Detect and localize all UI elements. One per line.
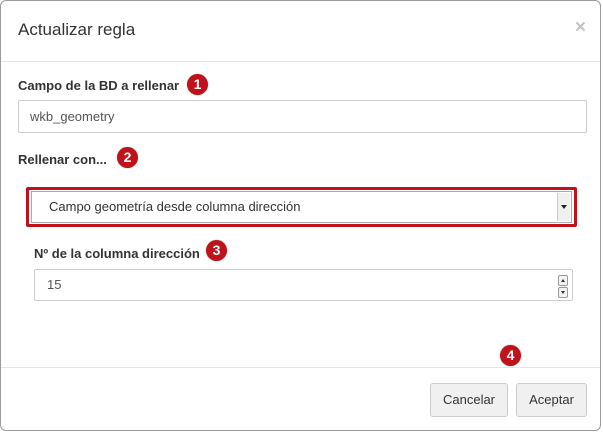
step-badge-4: 4 [500,345,521,366]
fill-with-label: Rellenar con... [18,152,107,167]
cancel-button[interactable]: Cancelar [430,383,508,417]
fill-with-selected-value: Campo geometría desde columna dirección [49,199,301,214]
dialog-header: Actualizar regla × [1,1,600,62]
db-field-input[interactable]: wkb_geometry [18,100,587,133]
dialog-footer-divider [1,367,600,369]
db-field-label: Campo de la BD a rellenar [18,78,180,93]
update-rule-dialog: Actualizar regla × Campo de la BD a rell… [0,0,601,431]
dialog-title: Actualizar regla [18,20,136,39]
fill-with-select[interactable]: Campo geometría desde columna dirección [31,191,572,223]
chevron-down-icon[interactable] [557,193,570,221]
close-icon[interactable]: × [575,17,586,39]
step-badge-1: 1 [187,74,208,95]
address-column-input[interactable]: 15 [34,269,573,301]
address-column-label: Nº de la columna dirección [34,246,200,261]
arrow-down-icon[interactable] [558,287,568,298]
step-badge-2: 2 [117,147,138,168]
step-badge-3: 3 [206,240,227,261]
address-column-value: 15 [47,277,62,292]
accept-button[interactable]: Aceptar [516,383,587,417]
arrow-up-icon[interactable] [558,275,568,286]
